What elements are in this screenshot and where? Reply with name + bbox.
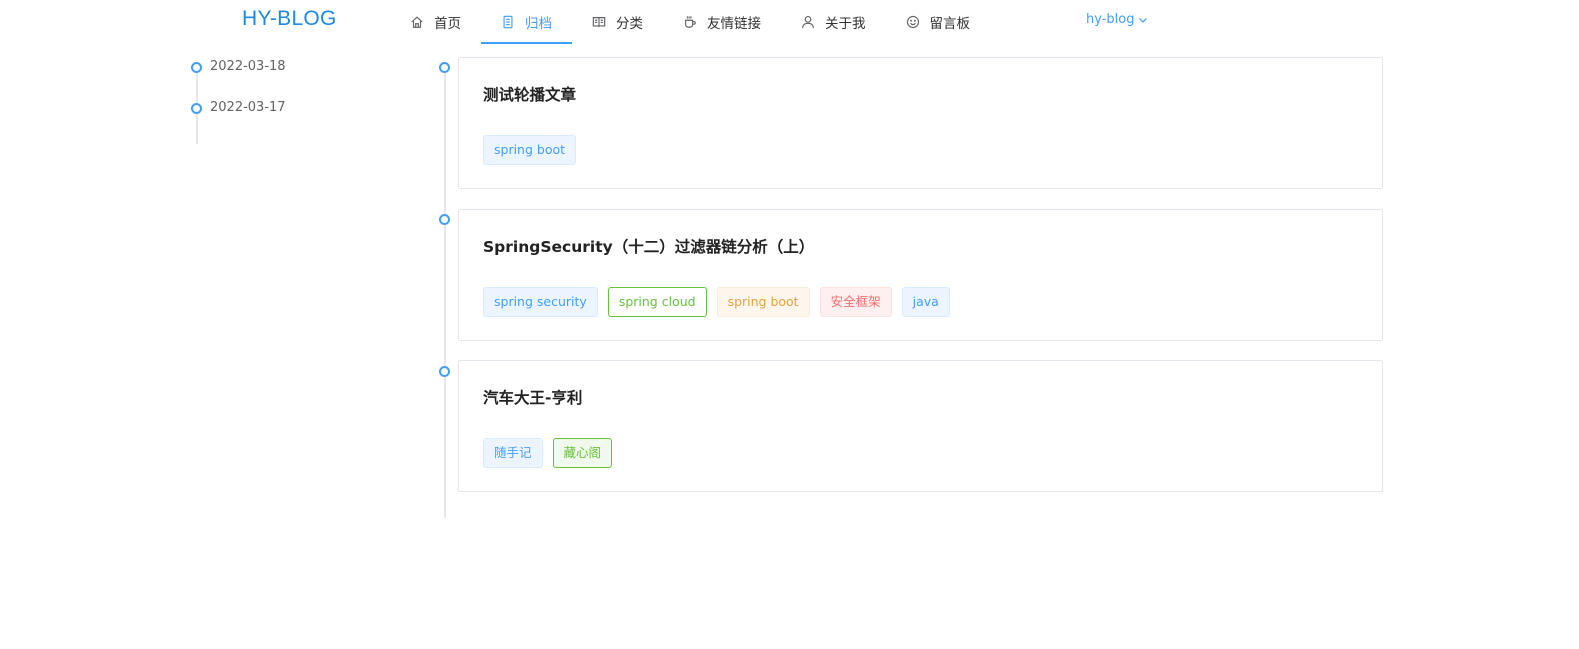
article-tags: spring security spring cloud spring boot… — [483, 287, 960, 317]
nav-label: 关于我 — [825, 16, 866, 32]
tag[interactable]: spring boot — [716, 287, 810, 317]
timeline-dot — [439, 366, 450, 377]
article-title[interactable]: 测试轮播文章 — [483, 83, 576, 105]
date-item[interactable]: 2022-03-17 — [190, 99, 370, 140]
article-tags: 随手记 藏心阁 — [483, 438, 622, 468]
nav-item-archive[interactable]: 归档 — [481, 0, 572, 44]
document-icon — [501, 15, 515, 29]
nav-label: 首页 — [434, 16, 461, 32]
tag[interactable]: java — [901, 287, 950, 317]
article-tags: spring boot — [483, 135, 586, 165]
nav-label: 留言板 — [929, 16, 971, 32]
top-navbar: HY-BLOG 首页 归档 分类 友情链接 关于我 留言板 hy-blog — [0, 0, 1579, 44]
timeline-dot — [191, 103, 202, 114]
date-item[interactable]: 2022-03-18 — [190, 58, 370, 99]
nav-item-guestbook[interactable]: 留言板 — [886, 0, 991, 44]
article-timeline-line — [444, 68, 446, 518]
archive-date-list: 2022-03-18 2022-03-17 — [190, 58, 370, 144]
nav-item-links[interactable]: 友情链接 — [663, 0, 781, 44]
site-logo[interactable]: HY-BLOG — [242, 7, 337, 31]
tag[interactable]: 藏心阁 — [552, 438, 613, 468]
book-icon — [592, 15, 606, 29]
article-card[interactable]: 测试轮播文章 spring boot — [458, 57, 1383, 189]
cup-icon — [683, 15, 697, 29]
tag[interactable]: spring cloud — [607, 287, 707, 317]
date-label: 2022-03-18 — [210, 59, 286, 74]
article-title[interactable]: SpringSecurity（十二）过滤器链分析（上） — [483, 235, 814, 257]
tag[interactable]: 随手记 — [483, 438, 543, 468]
nav-label: 分类 — [616, 16, 643, 32]
nav-label: 友情链接 — [707, 16, 761, 32]
nav-item-home[interactable]: 首页 — [390, 0, 481, 44]
home-icon — [410, 15, 424, 29]
user-dropdown[interactable]: hy-blog — [1086, 12, 1148, 27]
tag[interactable]: spring boot — [483, 135, 577, 165]
timeline-dot — [191, 62, 202, 73]
timeline-dot — [439, 62, 450, 73]
tag[interactable]: spring security — [483, 287, 598, 317]
article-card[interactable]: 汽车大王-亨利 随手记 藏心阁 — [458, 360, 1383, 492]
nav-item-category[interactable]: 分类 — [572, 0, 663, 44]
main-nav: 首页 归档 分类 友情链接 关于我 留言板 — [390, 0, 990, 44]
smile-icon — [906, 15, 920, 29]
article-title[interactable]: 汽车大王-亨利 — [483, 386, 582, 408]
user-icon — [801, 15, 815, 29]
chevron-down-icon — [1139, 17, 1148, 23]
date-label: 2022-03-17 — [210, 100, 286, 115]
nav-item-about[interactable]: 关于我 — [781, 0, 886, 44]
timeline-dot — [439, 214, 450, 225]
tag[interactable]: 安全框架 — [819, 287, 892, 317]
nav-label: 归档 — [525, 16, 552, 32]
article-card[interactable]: SpringSecurity（十二）过滤器链分析（上） spring secur… — [458, 209, 1383, 341]
user-name: hy-blog — [1086, 12, 1135, 27]
